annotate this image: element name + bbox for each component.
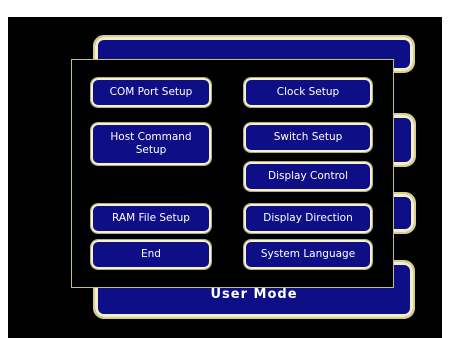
setup-menu-dialog: COM Port Setup Host Command Setup RAM Fi… (71, 59, 394, 288)
display-direction-label: Display Direction (263, 212, 353, 224)
device-screen: User Mode COM Port Setup Host Command Se… (8, 17, 442, 338)
system-language-button[interactable]: System Language (243, 239, 373, 270)
display-control-button[interactable]: Display Control (243, 161, 373, 192)
display-direction-button[interactable]: Display Direction (243, 203, 373, 234)
com-port-setup-button[interactable]: COM Port Setup (90, 77, 212, 108)
mode-label: User Mode (210, 287, 298, 302)
clock-setup-label: Clock Setup (276, 86, 340, 98)
ram-file-setup-label: RAM File Setup (112, 212, 190, 224)
system-language-label: System Language (260, 248, 356, 260)
ram-file-setup-button[interactable]: RAM File Setup (90, 203, 212, 234)
clock-setup-button[interactable]: Clock Setup (243, 77, 373, 108)
end-button[interactable]: End (90, 239, 212, 270)
host-command-setup-label: Host Command Setup (110, 131, 192, 156)
com-port-setup-label: COM Port Setup (109, 86, 193, 98)
switch-setup-button[interactable]: Switch Setup (243, 122, 373, 153)
host-command-setup-button[interactable]: Host Command Setup (90, 122, 212, 166)
end-label: End (141, 248, 161, 260)
display-control-label: Display Control (268, 170, 348, 182)
switch-setup-label: Switch Setup (273, 131, 343, 143)
